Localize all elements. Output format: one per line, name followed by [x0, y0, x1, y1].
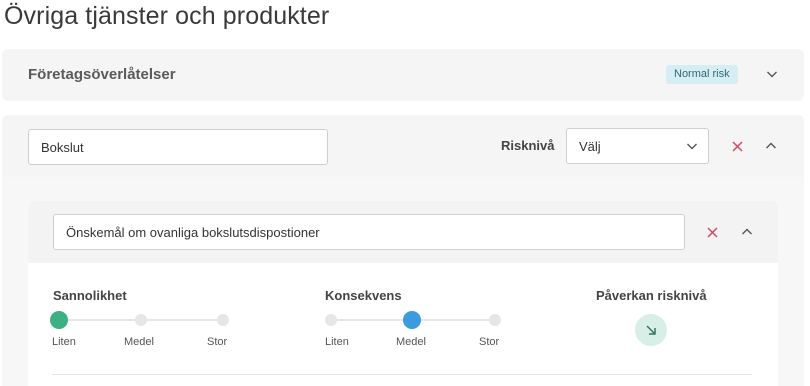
probability-dot-medel[interactable]: [135, 314, 147, 326]
chevron-up-icon[interactable]: [739, 224, 755, 240]
risk-level-label: Risknivå: [501, 138, 555, 153]
wish-card-header: [28, 201, 778, 263]
consequence-label: Konsekvens: [325, 288, 402, 303]
page-title: Övriga tjänster och produkter: [4, 2, 330, 30]
tick-label: Liten: [52, 336, 76, 348]
tick-label: Medel: [396, 336, 426, 348]
status-badge: Normal risk: [666, 65, 738, 84]
service-name-input[interactable]: [28, 129, 328, 165]
tick-label: Liten: [325, 336, 349, 348]
arrow-down-right-icon: [646, 325, 656, 335]
risk-level-select[interactable]: Välj: [566, 128, 709, 164]
consequence-dot-liten[interactable]: [325, 314, 337, 326]
section-card-bokslut-header: Risknivå Välj: [2, 115, 804, 177]
tick-label: Medel: [124, 336, 154, 348]
remove-wish-button[interactable]: [704, 224, 720, 240]
section-title: Företagsöverlåtelser: [28, 66, 176, 83]
probability-dot-stor[interactable]: [217, 314, 229, 326]
tick-label: Stor: [479, 336, 500, 348]
consequence-slider[interactable]: [324, 311, 510, 329]
chevron-down-icon[interactable]: [764, 66, 780, 82]
consequence-dot-medel[interactable]: [403, 311, 421, 329]
impact-label: Påverkan risknivå: [596, 288, 707, 303]
wish-input[interactable]: [53, 214, 685, 250]
consequence-dot-stor[interactable]: [489, 314, 501, 326]
chevron-up-icon[interactable]: [763, 138, 779, 154]
close-icon: [731, 140, 743, 152]
chevron-down-icon: [687, 143, 697, 150]
probability-dot-liten[interactable]: [50, 311, 68, 329]
probability-slider[interactable]: [49, 311, 235, 329]
risk-level-select-value: Välj: [579, 139, 601, 154]
divider: [52, 374, 752, 375]
section-card-foretagsoverlatelser[interactable]: Företagsöverlåtelser Normal risk: [2, 49, 804, 101]
close-icon: [706, 226, 718, 238]
impact-indicator: [635, 314, 667, 346]
remove-service-button[interactable]: [729, 138, 745, 154]
probability-label: Sannolikhet: [53, 288, 127, 303]
tick-label: Stor: [207, 336, 228, 348]
section-card-bokslut-body: [2, 177, 804, 386]
